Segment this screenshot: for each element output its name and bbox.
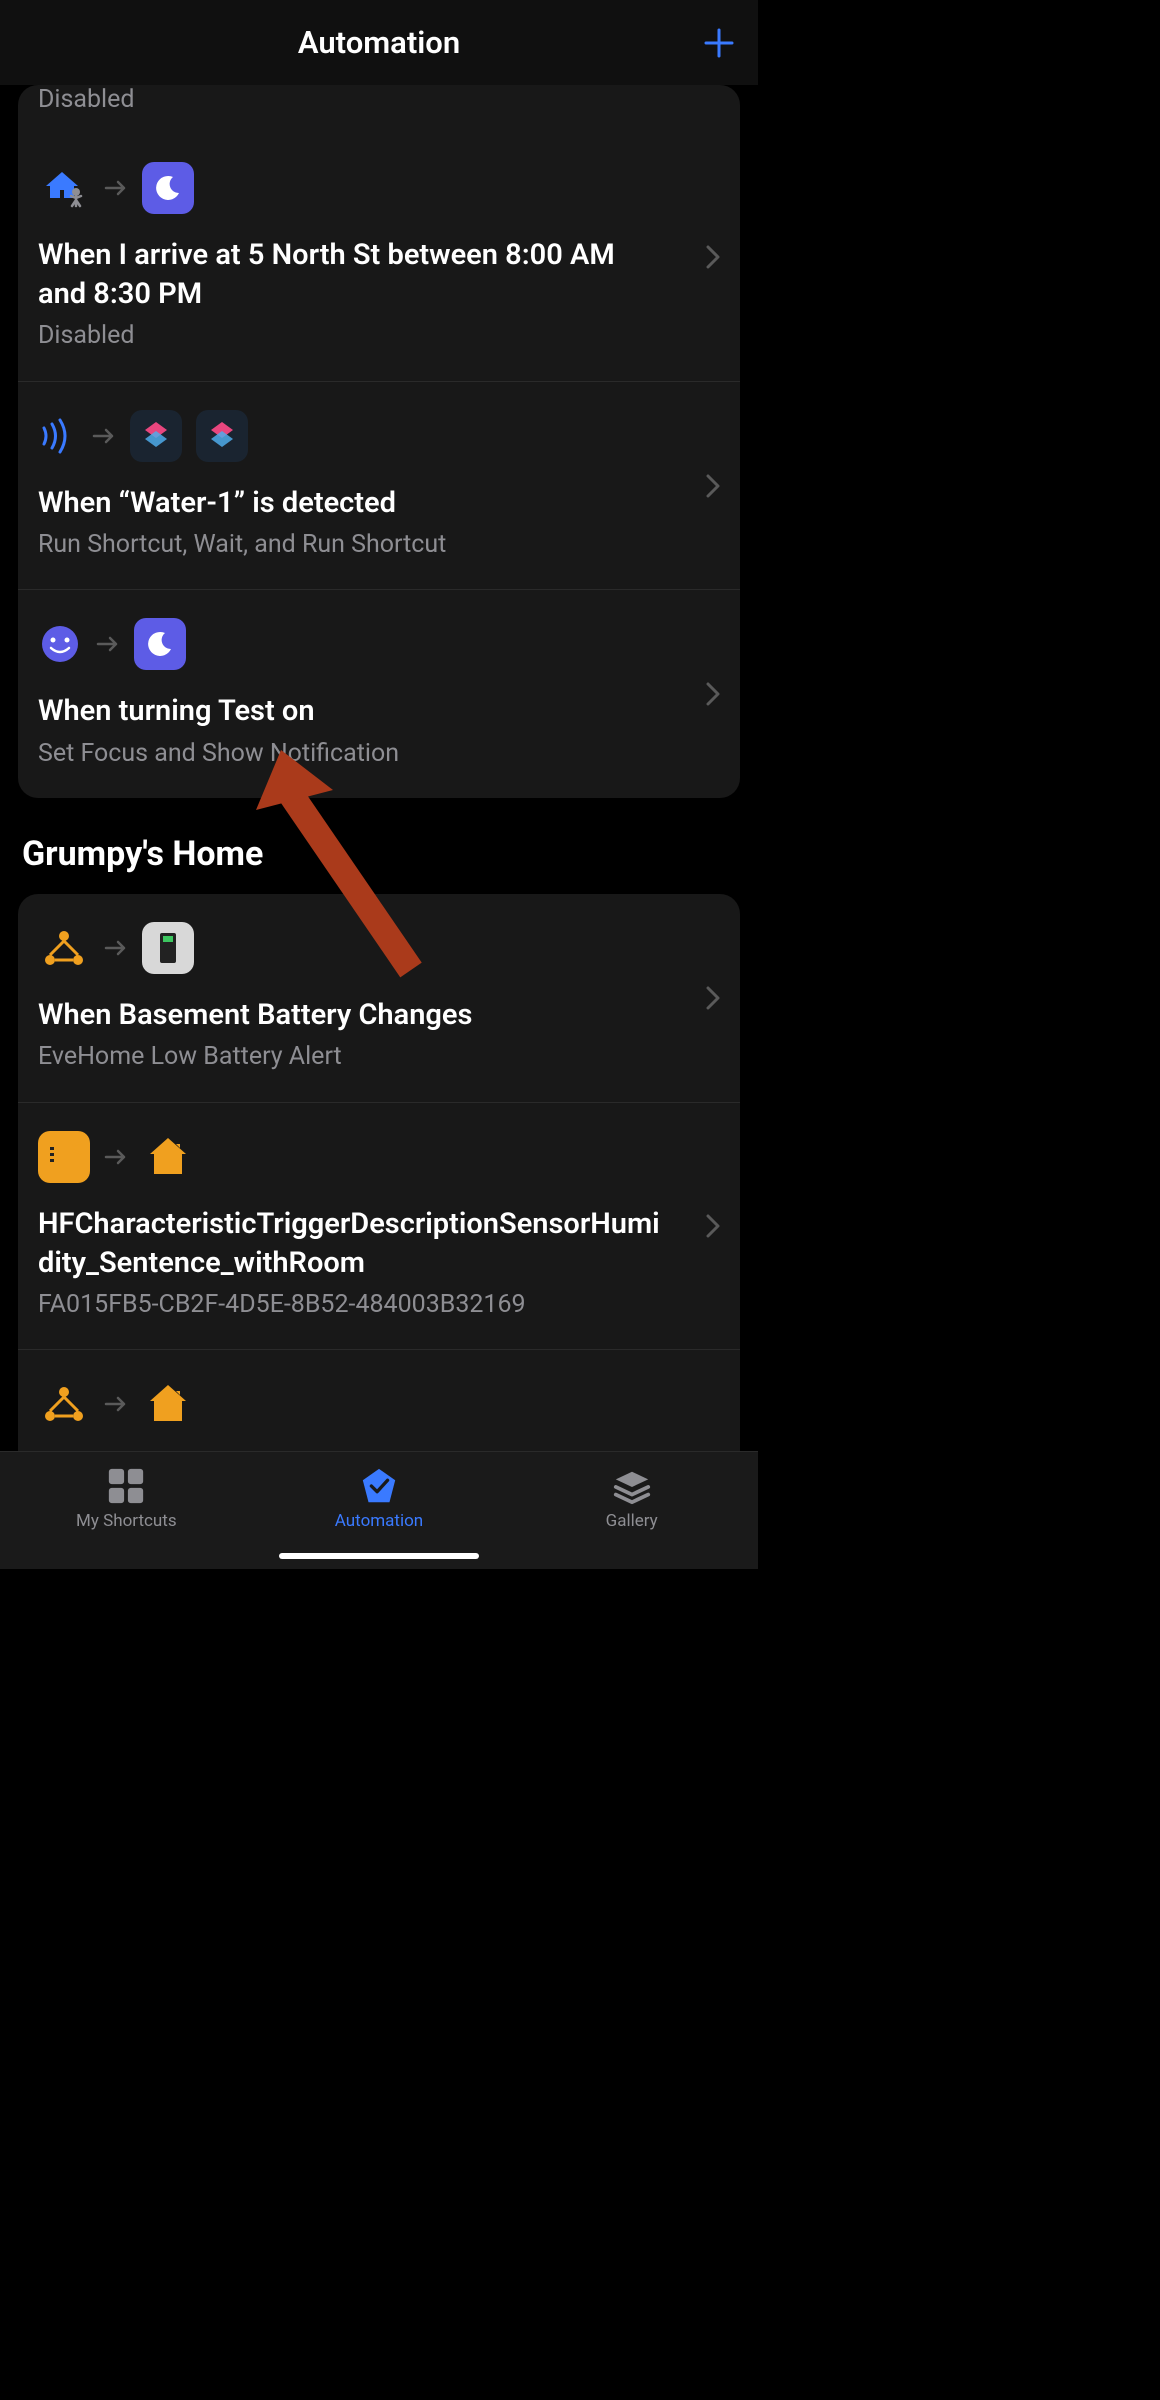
- tab-label: My Shortcuts: [76, 1511, 177, 1531]
- flow-arrow-icon: [96, 635, 120, 653]
- battery-device-icon: [142, 922, 194, 974]
- tab-gallery[interactable]: Gallery: [505, 1466, 758, 1531]
- home-automations-group: When Basement Battery Changes EveHome Lo…: [18, 894, 740, 1512]
- tab-label: Gallery: [606, 1511, 658, 1531]
- homekit-trigger-icon: [38, 1378, 90, 1430]
- nfc-wave-icon: [38, 410, 78, 462]
- tab-shortcuts[interactable]: My Shortcuts: [0, 1466, 253, 1531]
- home-indicator[interactable]: [279, 1553, 479, 1559]
- partial-item-status: Disabled: [18, 85, 740, 134]
- automation-title: When Basement Battery Changes: [38, 996, 720, 1035]
- automation-subtitle: Disabled: [38, 320, 720, 353]
- flow-arrow-icon: [104, 939, 128, 957]
- homekit-trigger-icon: [38, 922, 90, 974]
- smiley-face-icon: [38, 618, 82, 670]
- shortcuts-icon: [130, 410, 182, 462]
- tab-label: Automation: [335, 1511, 423, 1531]
- main-content: Disabled When I arrive at 5 Nort: [0, 85, 758, 1512]
- moon-focus-icon: [134, 618, 186, 670]
- flow-arrow-icon: [104, 1148, 128, 1166]
- home-section-header: Grumpy's Home: [22, 834, 740, 874]
- automation-row[interactable]: When Basement Battery Changes EveHome Lo…: [18, 894, 740, 1103]
- chevron-right-icon: [706, 245, 720, 269]
- chevron-right-icon: [706, 682, 720, 706]
- flow-arrow-icon: [92, 427, 116, 445]
- automation-subtitle: EveHome Low Battery Alert: [38, 1041, 720, 1074]
- humidity-sensor-icon: [38, 1131, 90, 1183]
- icon-row: [38, 1378, 720, 1430]
- shortcuts-icon: [196, 410, 248, 462]
- automation-title: When turning Test on: [38, 692, 720, 731]
- automation-subtitle: Set Focus and Show Notification: [38, 738, 720, 771]
- shortcuts-grid-icon: [106, 1466, 146, 1506]
- home-orange-icon: [142, 1378, 194, 1430]
- flow-arrow-icon: [104, 1395, 128, 1413]
- automation-title: When “Water-1” is detected: [38, 484, 720, 523]
- icon-row: [38, 1131, 720, 1183]
- add-automation-button[interactable]: [702, 26, 736, 60]
- chevron-right-icon: [706, 1214, 720, 1238]
- personal-automations-group: Disabled When I arrive at 5 Nort: [18, 85, 740, 798]
- gallery-stack-icon: [612, 1466, 652, 1506]
- home-arrive-icon: [38, 162, 90, 214]
- chevron-right-icon: [706, 474, 720, 498]
- automation-badge-icon: [359, 1466, 399, 1506]
- icon-row: [38, 162, 720, 214]
- automation-subtitle: Run Shortcut, Wait, and Run Shortcut: [38, 529, 720, 562]
- navigation-header: Automation: [0, 0, 758, 85]
- chevron-right-icon: [706, 986, 720, 1010]
- page-title: Automation: [298, 24, 460, 61]
- moon-focus-icon: [142, 162, 194, 214]
- home-orange-icon: [142, 1131, 194, 1183]
- automation-row[interactable]: When turning Test on Set Focus and Show …: [18, 590, 740, 798]
- flow-arrow-icon: [104, 179, 128, 197]
- icon-row: [38, 618, 720, 670]
- automation-title: HFCharacteristicTriggerDescriptionSensor…: [38, 1205, 720, 1283]
- automation-row[interactable]: HFCharacteristicTriggerDescriptionSensor…: [18, 1103, 740, 1351]
- tab-bar: My Shortcuts Automation Gallery: [0, 1451, 758, 1569]
- tab-automation[interactable]: Automation: [253, 1466, 506, 1531]
- automation-row[interactable]: When “Water-1” is detected Run Shortcut,…: [18, 382, 740, 591]
- icon-row: [38, 410, 720, 462]
- icon-row: [38, 922, 720, 974]
- automation-title: When I arrive at 5 North St between 8:00…: [38, 236, 720, 314]
- automation-subtitle: FA015FB5-CB2F-4D5E-8B52-484003B32169: [38, 1289, 720, 1322]
- automation-row[interactable]: When I arrive at 5 North St between 8:00…: [18, 134, 740, 382]
